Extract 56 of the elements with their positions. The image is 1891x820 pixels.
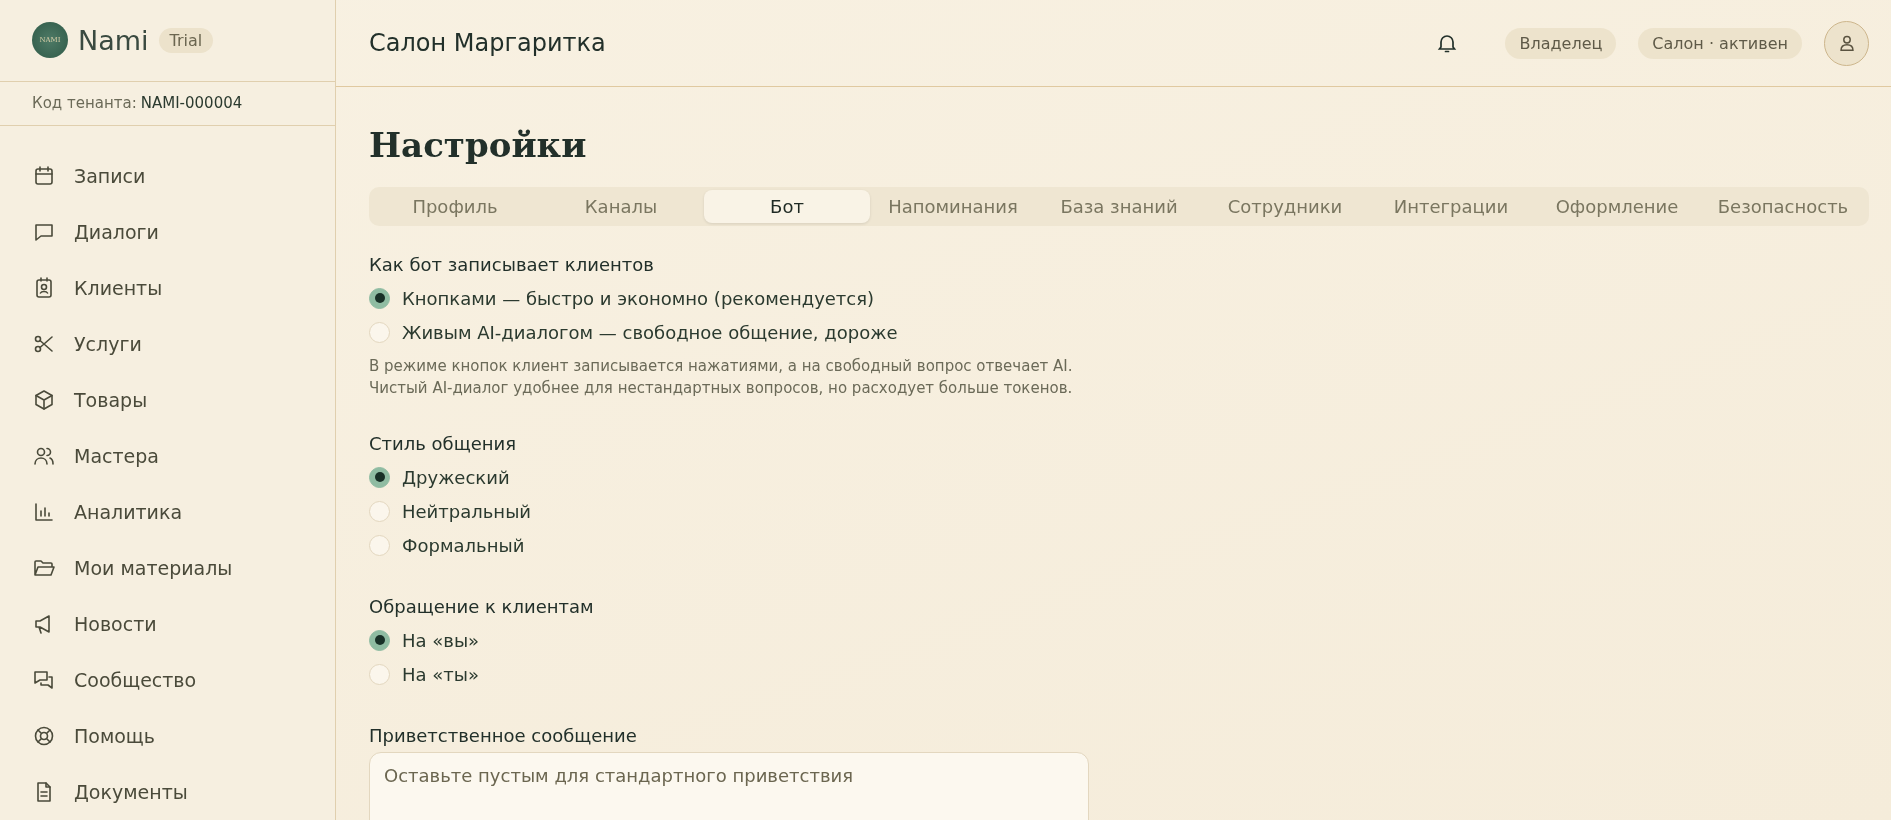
settings-tab[interactable]: База знаний	[1036, 190, 1202, 223]
status-badge: Салон · активен	[1638, 27, 1802, 59]
option-label: На «вы»	[402, 629, 480, 651]
option-label: На «ты»	[402, 663, 479, 685]
calendar-icon	[32, 164, 56, 188]
tenant-code: NAMI-000004	[140, 94, 243, 113]
role-badge: Владелец	[1505, 27, 1617, 59]
sidebar-item[interactable]: Товары	[0, 372, 335, 428]
sidebar-item[interactable]: Диалоги	[0, 204, 335, 260]
page-title: Настройки	[369, 125, 588, 165]
settings-tab[interactable]: Бот	[704, 190, 870, 223]
settings-tab[interactable]: Оформление	[1534, 190, 1700, 223]
section-heading: Стиль общения	[369, 433, 518, 454]
radio-button[interactable]	[369, 466, 390, 488]
tenant-label: Код тенанта:	[32, 94, 137, 113]
section-heading: Как бот записывает клиентов	[369, 254, 655, 275]
section-heading: Приветственное сообщение	[369, 725, 638, 746]
sidebar-item[interactable]: Записи	[0, 148, 335, 204]
option-label: Кнопками — быстро и экономно (рекомендуется)	[402, 287, 875, 309]
sidebar-item[interactable]: Документы	[0, 764, 335, 820]
user-avatar-button[interactable]	[1824, 20, 1869, 66]
option-label: Дружеский	[402, 466, 510, 488]
greeting-textarea[interactable]: Оставьте пустым для стандартного приветствия	[369, 752, 1089, 820]
trial-badge: Trial	[158, 27, 214, 53]
option-label: Живым AI-диалогом — свободное общение, дороже	[402, 321, 898, 343]
option-label: Формальный	[402, 534, 525, 556]
settings-tab[interactable]: Безопасность	[1700, 190, 1866, 223]
settings-tab[interactable]: Напоминания	[870, 190, 1036, 223]
sidebar-item[interactable]: Помощь	[0, 708, 335, 764]
settings-tab[interactable]: Каналы	[538, 190, 704, 223]
radio-button[interactable]	[369, 663, 390, 685]
radio-button[interactable]	[369, 287, 390, 309]
help-text: Чистый AI-диалог удобнее для нестандартных вопросов, но расходует больше токенов.	[369, 378, 1074, 399]
help-text: В режиме кнопок клиент записывается нажатиями, а на свободный вопрос отвечает AI.	[369, 356, 1074, 377]
sidebar-item[interactable]: Аналитика	[0, 484, 335, 540]
lifebuoy-icon	[32, 724, 56, 748]
chart-icon	[32, 500, 56, 524]
chats-icon	[32, 668, 56, 692]
sidebar-item[interactable]: Услуги	[0, 316, 335, 372]
brand-name: Nami	[78, 24, 149, 56]
salon-title: Салон Маргаритка	[369, 29, 606, 57]
radio-button[interactable]	[369, 534, 390, 556]
sidebar-item[interactable]: Мастера	[0, 428, 335, 484]
sidebar-item[interactable]: Новости	[0, 596, 335, 652]
radio-button[interactable]	[369, 500, 390, 522]
settings-tab[interactable]: Сотрудники	[1202, 190, 1368, 223]
sidebar-item[interactable]: Сообщество	[0, 652, 335, 708]
settings-tab[interactable]: Профиль	[372, 190, 538, 223]
settings-tab[interactable]: Интеграции	[1368, 190, 1534, 223]
section-heading: Обращение к клиентам	[369, 596, 595, 617]
radio-button[interactable]	[369, 629, 390, 651]
box-icon	[32, 388, 56, 412]
sidebar-item[interactable]: Мои материалы	[0, 540, 335, 596]
radio-button[interactable]	[369, 321, 390, 343]
sidebar-item[interactable]: Клиенты	[0, 260, 335, 316]
option-label: Нейтральный	[402, 500, 532, 522]
